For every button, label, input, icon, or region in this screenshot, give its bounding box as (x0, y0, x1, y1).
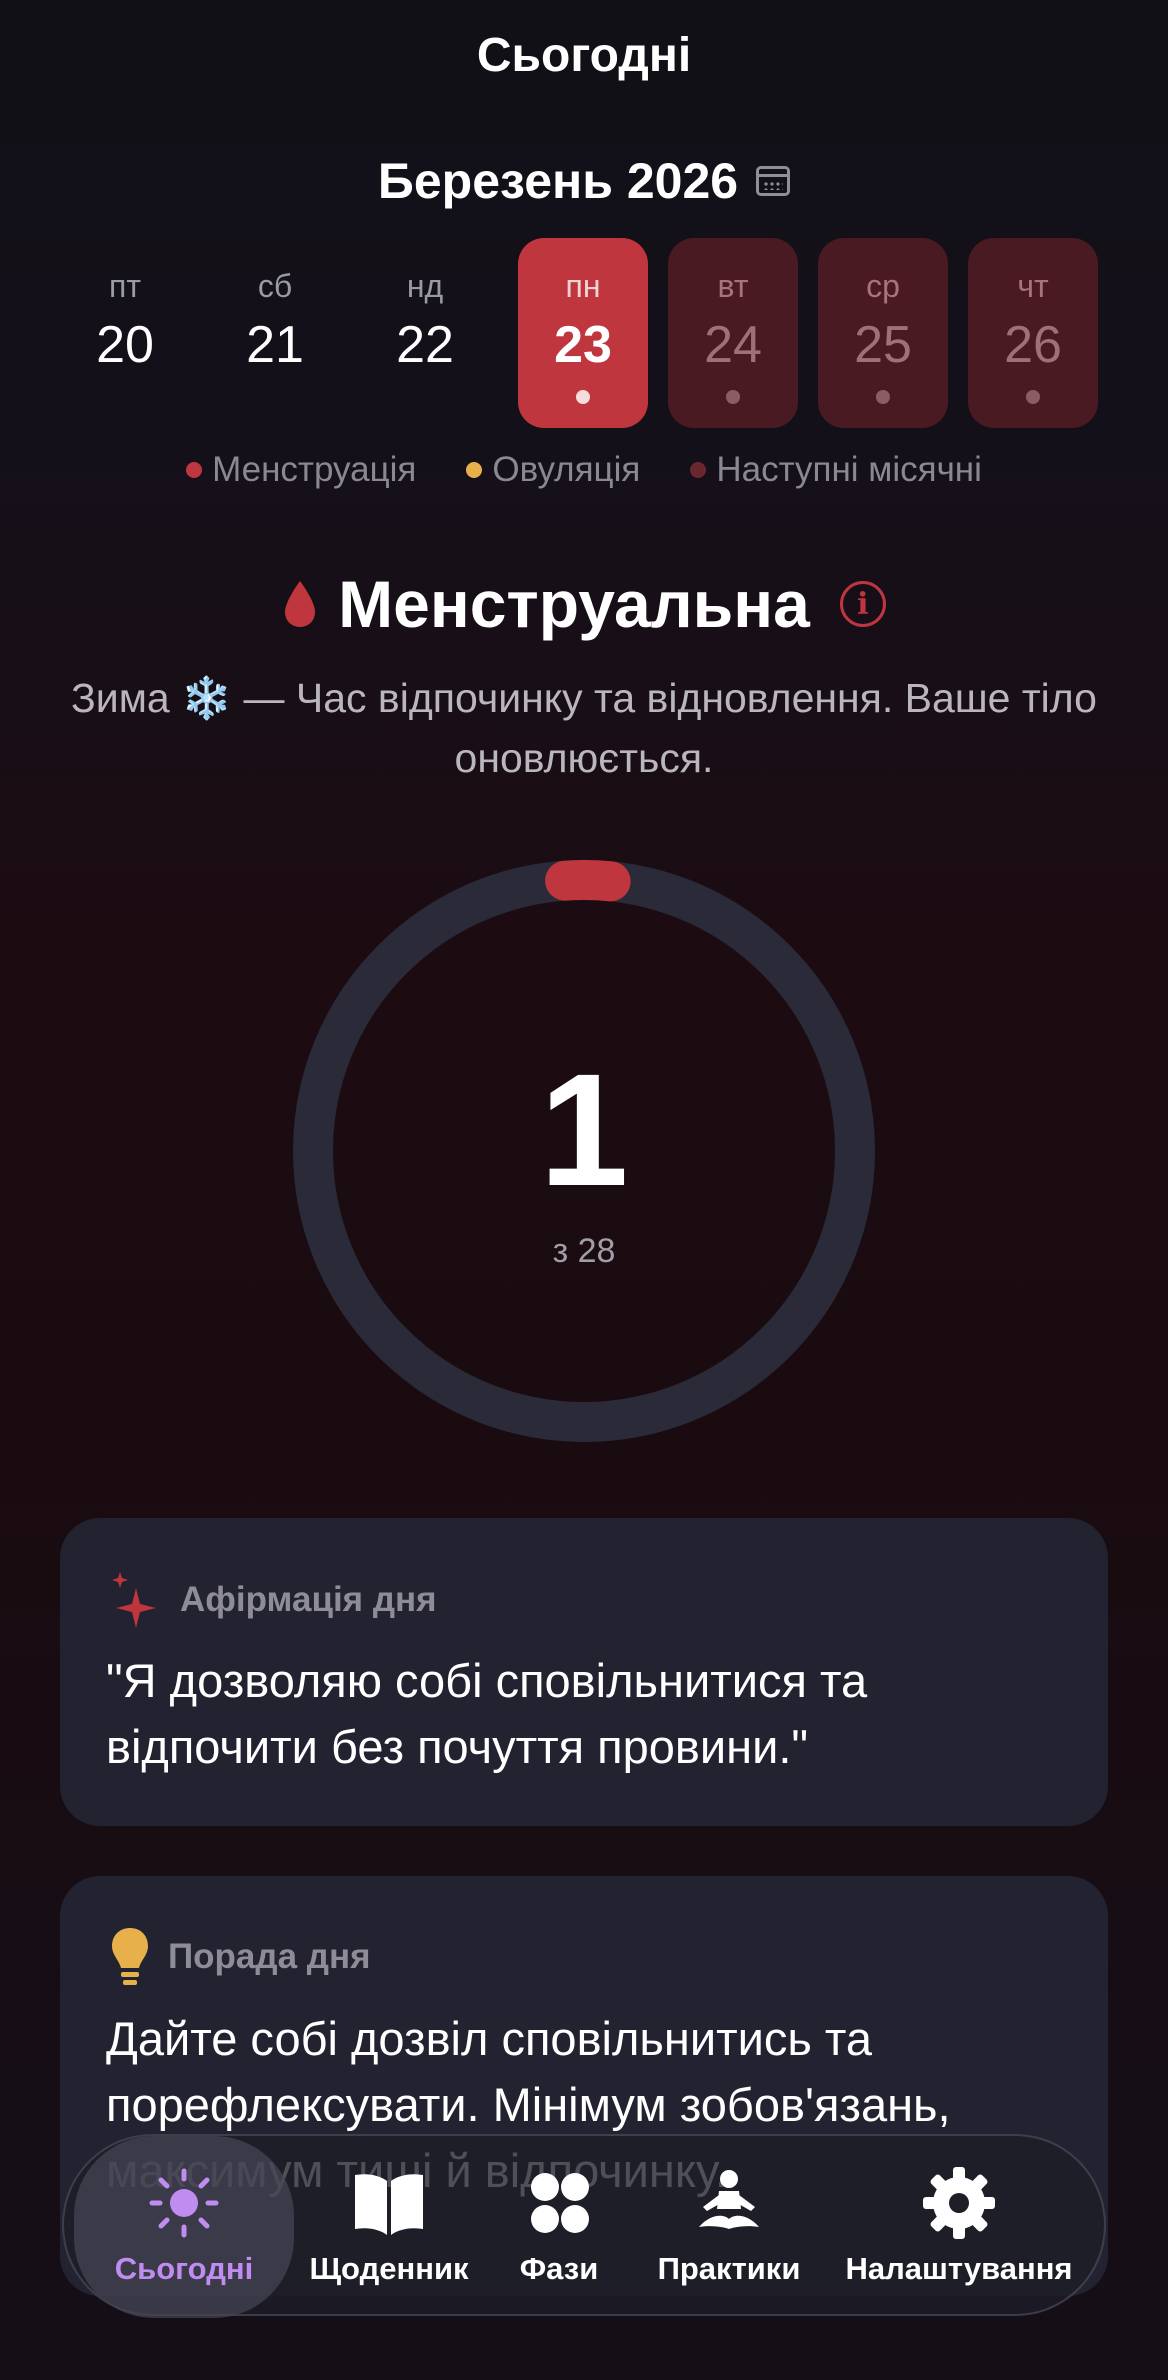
day-cell[interactable]: ср 25 (818, 238, 948, 428)
tab-label: Фази (519, 2251, 599, 2286)
tip-header: Порада дня (110, 1926, 371, 1988)
day-marker-dot (576, 390, 590, 404)
day-marker-dot (1026, 390, 1040, 404)
cycle-total-label: з 28 (552, 1232, 616, 1270)
month-label: Березень 2026 (377, 153, 739, 209)
gear-icon (923, 2167, 995, 2239)
legend-item: Наступні місячні (690, 450, 982, 490)
day-name: пт (109, 268, 141, 304)
calendar-icon[interactable] (756, 166, 791, 196)
legend-dot (466, 462, 483, 478)
legend-label: Овуляція (492, 450, 641, 489)
phase-name: Менструальна (338, 567, 810, 641)
tab-label: Сьогодні (114, 2251, 254, 2286)
day-cell[interactable]: нд 22 (360, 238, 490, 428)
calendar-legend: Менструація Овуляція Наступні місячні (0, 450, 1168, 490)
legend-label: Наступні місячні (716, 450, 982, 489)
tab-label: Практики (657, 2251, 801, 2286)
day-number: 25 (854, 316, 912, 374)
month-selector[interactable]: Березень 2026 (0, 152, 1168, 210)
affirmation-text: "Я дозволяю собі сповільнитися та відпоч… (106, 1654, 868, 1773)
day-name: вт (717, 268, 749, 304)
affirmation-card: Афірмація дня "Я дозволяю собі сповільни… (60, 1518, 1108, 1826)
circles-grid-icon (531, 2173, 589, 2233)
day-name: пн (565, 268, 601, 304)
meditation-icon (699, 2170, 759, 2229)
day-number: 21 (246, 316, 304, 374)
phase-header: Менструальна i (0, 566, 1168, 642)
sun-icon (149, 2168, 219, 2238)
day-number: 22 (396, 316, 454, 374)
week-strip: пт 20 сб 21 нд 22 пн 23 вт 24 ср 25 чт 2… (60, 238, 1108, 428)
day-marker-dot (726, 390, 740, 404)
day-cell[interactable]: пт 20 (60, 238, 190, 428)
info-icon[interactable]: i (839, 581, 886, 627)
affirmation-heading: Афірмація дня (180, 1580, 437, 1619)
day-number: 24 (704, 316, 762, 374)
day-name: сб (257, 268, 293, 304)
page-title: Сьогодні (476, 29, 692, 82)
phase-description: Зима ❄️ — Час відпочинку та відновлення.… (71, 675, 1097, 781)
legend-dot (186, 462, 203, 478)
day-number: 23 (554, 316, 612, 374)
day-name: чт (1017, 268, 1049, 304)
day-number: 26 (1004, 316, 1062, 374)
tab-today[interactable]: Сьогодні (74, 2136, 294, 2318)
legend-label: Менструація (212, 450, 417, 489)
bottom-tab-bar: Сьогодні Щоденник Фази Практики Налаштув… (62, 2134, 1106, 2318)
day-marker-dot (876, 390, 890, 404)
tab-phases[interactable]: Фази (484, 2136, 634, 2318)
day-cell-selected[interactable]: пн 23 (518, 238, 648, 428)
day-cell[interactable]: вт 24 (668, 238, 798, 428)
lightbulb-icon (112, 1928, 148, 1985)
day-cell[interactable]: чт 26 (968, 238, 1098, 428)
legend-dot (690, 462, 707, 478)
sparkles-icon (112, 1572, 156, 1628)
book-icon (355, 2174, 423, 2235)
cycle-day-number: 1 (539, 1040, 629, 1219)
day-name: нд (406, 268, 444, 304)
day-number: 20 (96, 316, 154, 374)
tab-journal[interactable]: Щоденник (294, 2136, 484, 2318)
tip-heading: Порада дня (168, 1937, 371, 1976)
day-name: ср (866, 268, 900, 304)
affirmation-header: Афірмація дня (110, 1570, 437, 1630)
blood-drop-icon (285, 581, 316, 627)
legend-item: Овуляція (466, 450, 640, 490)
day-cell[interactable]: сб 21 (210, 238, 340, 428)
tab-practices[interactable]: Практики (634, 2136, 824, 2318)
tab-label: Щоденник (309, 2251, 469, 2286)
tab-settings[interactable]: Налаштування (824, 2136, 1094, 2318)
legend-item: Менструація (186, 450, 416, 490)
tab-label: Налаштування (845, 2251, 1073, 2286)
